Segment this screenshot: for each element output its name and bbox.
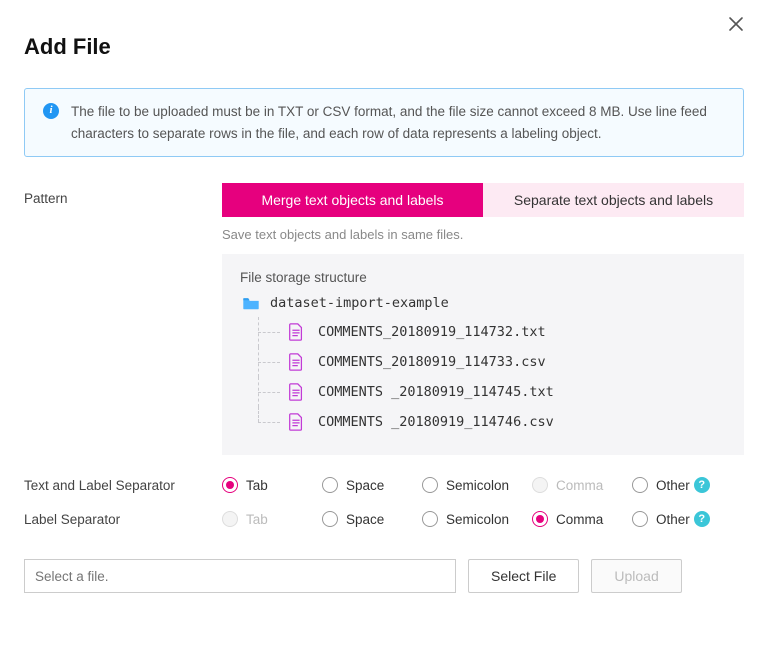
folder-name: dataset-import-example [270, 295, 449, 311]
label-sep-radio-comma[interactable]: Comma [532, 511, 632, 527]
radio-icon [532, 477, 548, 493]
radio-icon [532, 511, 548, 527]
file-icon [288, 383, 304, 401]
text-label-sep-radio-other[interactable]: Other? [632, 477, 732, 493]
info-banner: i The file to be uploaded must be in TXT… [24, 88, 744, 157]
radio-icon [632, 511, 648, 527]
tab-merge[interactable]: Merge text objects and labels [222, 183, 483, 217]
pattern-note: Save text objects and labels in same fil… [222, 227, 744, 242]
file-row: COMMENTS _20180919_114745.txt [262, 377, 726, 407]
info-text: The file to be uploaded must be in TXT o… [71, 104, 707, 141]
radio-label: Comma [556, 478, 603, 493]
help-icon[interactable]: ? [694, 477, 710, 493]
label-sep-radio-other[interactable]: Other? [632, 511, 732, 527]
label-sep-radio-space[interactable]: Space [322, 511, 422, 527]
radio-label: Other [656, 512, 690, 527]
radio-label: Semicolon [446, 478, 509, 493]
radio-icon [422, 477, 438, 493]
file-name: COMMENTS _20180919_114745.txt [318, 384, 554, 400]
folder-row: dataset-import-example [242, 295, 726, 311]
text-label-separator-label: Text and Label Separator [24, 478, 222, 493]
info-icon: i [43, 103, 59, 119]
file-structure-box: File storage structure dataset-import-ex… [222, 254, 744, 455]
upload-button[interactable]: Upload [591, 559, 681, 593]
file-name: COMMENTS_20180919_114732.txt [318, 324, 546, 340]
radio-icon [632, 477, 648, 493]
help-icon[interactable]: ? [694, 511, 710, 527]
text-label-sep-radio-comma: Comma [532, 477, 632, 493]
radio-icon [422, 511, 438, 527]
file-structure-title: File storage structure [240, 270, 726, 285]
file-icon [288, 323, 304, 341]
pattern-tabs: Merge text objects and labels Separate t… [222, 183, 744, 217]
file-row: COMMENTS_20180919_114733.csv [262, 347, 726, 377]
radio-icon [322, 477, 338, 493]
radio-label: Semicolon [446, 512, 509, 527]
file-row: COMMENTS_20180919_114732.txt [262, 317, 726, 347]
radio-icon [222, 477, 238, 493]
label-sep-radio-semicolon[interactable]: Semicolon [422, 511, 532, 527]
folder-icon [242, 296, 260, 310]
close-icon[interactable] [726, 14, 746, 34]
label-separator-label: Label Separator [24, 512, 222, 527]
radio-icon [222, 511, 238, 527]
label-sep-radio-tab: Tab [222, 511, 322, 527]
text-label-sep-radio-space[interactable]: Space [322, 477, 422, 493]
radio-icon [322, 511, 338, 527]
tab-separate[interactable]: Separate text objects and labels [483, 183, 744, 217]
radio-label: Tab [246, 478, 268, 493]
page-title: Add File [24, 34, 744, 60]
radio-label: Space [346, 512, 384, 527]
text-label-sep-radio-tab[interactable]: Tab [222, 477, 322, 493]
radio-label: Tab [246, 512, 268, 527]
radio-label: Comma [556, 512, 603, 527]
select-file-button[interactable]: Select File [468, 559, 579, 593]
text-label-separator-row: Text and Label Separator Tab Space Semicol… [24, 477, 744, 493]
file-row: COMMENTS _20180919_114746.csv [262, 407, 726, 437]
radio-label: Space [346, 478, 384, 493]
file-path-input[interactable] [24, 559, 456, 593]
label-separator-row: Label Separator Tab Space Semicolon Comma Ot… [24, 511, 744, 527]
file-icon [288, 353, 304, 371]
file-icon [288, 413, 304, 431]
text-label-sep-radio-semicolon[interactable]: Semicolon [422, 477, 532, 493]
pattern-label: Pattern [24, 183, 222, 206]
file-name: COMMENTS _20180919_114746.csv [318, 414, 554, 430]
radio-label: Other [656, 478, 690, 493]
file-name: COMMENTS_20180919_114733.csv [318, 354, 546, 370]
